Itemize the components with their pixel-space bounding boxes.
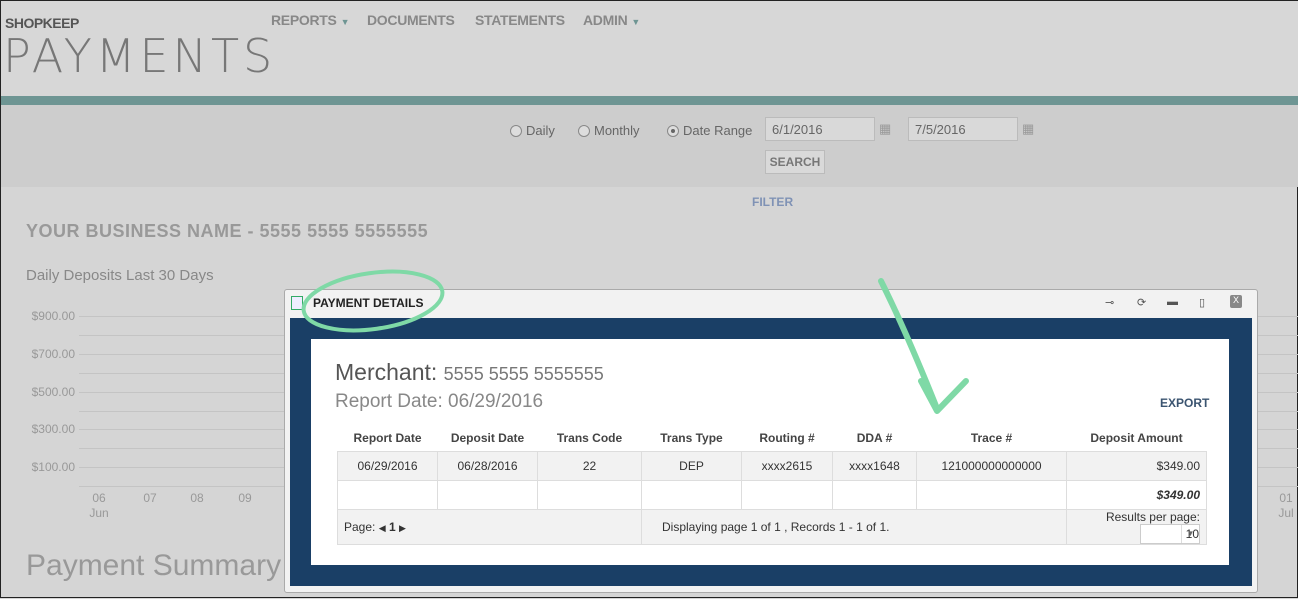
y-tick-label: $100.00 — [31, 460, 75, 474]
next-page-icon[interactable]: ▶ — [399, 523, 406, 533]
cell: 06/29/2016 — [337, 450, 438, 481]
merchant-label: Merchant: — [335, 359, 438, 385]
payment-details-dialog: PAYMENT DETAILS ⊸ ⟳ ▬ ▯ X Merchant: 5555… — [284, 289, 1258, 593]
cell: xxxx2615 — [741, 450, 833, 481]
x-tick-month: Jun — [89, 506, 109, 520]
radio-icon — [510, 124, 522, 137]
page-label: Page: — [344, 519, 376, 534]
col-deposit-date[interactable]: Deposit Date — [438, 425, 538, 451]
nav-label: ADMIN — [583, 12, 628, 28]
total-amount: $349.00 — [1066, 479, 1207, 510]
results-per-page-select[interactable]: 10 ▼ — [1140, 523, 1200, 544]
calendar-icon[interactable]: ▦ — [879, 121, 891, 137]
caret-down-icon: ▼ — [340, 17, 350, 27]
chevron-down-icon: ▼ — [1181, 524, 1199, 543]
cell: 06/28/2016 — [437, 450, 538, 481]
start-date-input[interactable]: 6/1/2016 — [765, 117, 875, 141]
filter-bar — [1, 105, 1298, 187]
document-icon — [291, 296, 303, 310]
cell: DEP — [641, 450, 742, 481]
table-row[interactable]: 06/29/2016 06/28/2016 22 DEP xxxx2615 xx… — [337, 450, 1207, 481]
cell: 22 — [537, 450, 642, 481]
cell: xxxx1648 — [832, 450, 917, 481]
col-dda[interactable]: DDA # — [833, 425, 917, 451]
col-trans-code[interactable]: Trans Code — [538, 425, 642, 451]
radio-label: Date Range — [683, 123, 753, 138]
dialog-body: Merchant: 5555 5555 5555555 Report Date:… — [290, 318, 1252, 586]
radio-date-range[interactable]: Date Range — [667, 123, 752, 138]
merchant-id: 5555 5555 5555555 — [443, 364, 604, 384]
chart-title: Daily Deposits Last 30 Days — [26, 267, 214, 284]
x-tick-label: 06 — [92, 491, 106, 505]
cell: $349.00 — [1066, 450, 1207, 481]
nav-documents[interactable]: DOCUMENTS — [367, 12, 455, 28]
logo: PAYMENTS — [3, 29, 277, 83]
filter-toggle[interactable]: FILTER — [752, 195, 793, 209]
business-title: YOUR BUSINESS NAME - 5555 5555 5555555 — [26, 221, 429, 241]
y-tick-label: $500.00 — [31, 385, 75, 399]
pin-icon[interactable]: ⊸ — [1105, 296, 1114, 309]
nav-admin[interactable]: ADMIN ▼ — [583, 12, 640, 28]
header: SHOPKEEP PAYMENTS REPORTS ▼ DOCUMENTS STA… — [1, 1, 1298, 96]
payment-table: Report Date Deposit Date Trans Code Tran… — [337, 425, 1207, 545]
details-panel: Merchant: 5555 5555 5555555 Report Date:… — [311, 339, 1229, 565]
calendar-icon[interactable]: ▦ — [1022, 121, 1034, 137]
x-tick-label: 01 — [1279, 491, 1293, 505]
radio-icon — [667, 124, 679, 137]
x-tick-label: 08 — [190, 491, 204, 505]
radio-monthly[interactable]: Monthly — [578, 123, 640, 138]
end-date-input[interactable]: 7/5/2016 — [908, 117, 1018, 141]
x-tick-month: Jul — [1278, 506, 1294, 520]
refresh-icon[interactable]: ⟳ — [1137, 296, 1146, 309]
merchant-line: Merchant: 5555 5555 5555555 — [335, 359, 604, 386]
y-tick-label: $300.00 — [31, 422, 75, 436]
report-date: Report Date: 06/29/2016 — [335, 391, 544, 412]
export-link[interactable]: EXPORT — [1160, 396, 1209, 410]
x-tick-label: 09 — [238, 491, 252, 505]
col-routing[interactable]: Routing # — [742, 425, 833, 451]
table-header: Report Date Deposit Date Trans Code Tran… — [338, 425, 1207, 451]
header-divider — [1, 96, 1298, 105]
display-info: Displaying page 1 of 1 , Records 1 - 1 o… — [641, 508, 1067, 545]
radio-label: Daily — [526, 123, 555, 138]
pager-row: Page: ◀ 1 ▶ Displaying page 1 of 1 , Rec… — [337, 508, 1207, 545]
y-tick-label: $900.00 — [31, 309, 75, 323]
nav-label: REPORTS — [271, 12, 337, 28]
radio-daily[interactable]: Daily — [510, 123, 555, 138]
x-tick-label: 07 — [143, 491, 157, 505]
maximize-icon[interactable]: ▯ — [1199, 296, 1205, 309]
prev-page-icon[interactable]: ◀ — [379, 523, 386, 533]
radio-icon — [578, 124, 590, 137]
nav-statements[interactable]: STATEMENTS — [475, 12, 565, 28]
payment-summary-heading: Payment Summary — [26, 549, 282, 582]
search-button[interactable]: SEARCH — [765, 150, 825, 174]
close-icon[interactable]: X — [1230, 295, 1242, 308]
current-page: 1 — [388, 519, 396, 534]
y-tick-label: $700.00 — [31, 347, 75, 361]
radio-label: Monthly — [594, 123, 640, 138]
col-report-date[interactable]: Report Date — [338, 425, 438, 451]
col-deposit-amount[interactable]: Deposit Amount — [1067, 425, 1207, 451]
col-trace[interactable]: Trace # — [917, 425, 1067, 451]
nav-reports[interactable]: REPORTS ▼ — [271, 12, 349, 28]
rpp-label: Results per page: — [1105, 509, 1200, 524]
cell: 121000000000000 — [916, 450, 1067, 481]
col-trans-type[interactable]: Trans Type — [642, 425, 742, 451]
minimize-icon[interactable]: ▬ — [1167, 296, 1178, 308]
caret-down-icon: ▼ — [631, 17, 640, 27]
total-row: $349.00 — [337, 479, 1207, 510]
dialog-title: PAYMENT DETAILS — [313, 296, 424, 310]
